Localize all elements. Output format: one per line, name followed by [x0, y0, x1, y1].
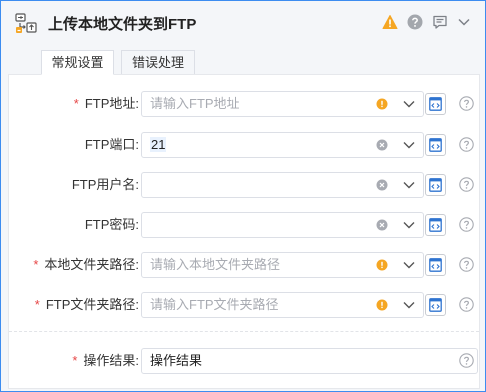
variable-editor-button[interactable] — [425, 93, 446, 115]
clear-icon[interactable] — [376, 179, 388, 191]
warning-icon[interactable] — [382, 14, 398, 30]
warning-dot-icon — [376, 259, 388, 271]
required-marker: * — [72, 353, 78, 368]
field-label: FTP用户名: — [71, 177, 139, 192]
field-row-local-folder: * 本地文件夹路径: 请输入本地文件夹路径 — [9, 251, 479, 279]
chevron-down-icon[interactable] — [402, 179, 416, 191]
ftp-username-input[interactable] — [141, 172, 424, 198]
variable-editor-icon — [429, 298, 442, 312]
variable-editor-button[interactable] — [425, 134, 446, 156]
ftp-port-value: 21 — [150, 137, 167, 152]
help-icon[interactable] — [459, 353, 474, 368]
field-row-ftp-port: FTP端口: 21 — [9, 131, 479, 159]
variable-editor-icon — [429, 97, 442, 111]
chevron-down-icon[interactable] — [402, 299, 416, 311]
local-folder-placeholder: 请输入本地文件夹路径 — [150, 257, 281, 272]
ftp-port-input[interactable]: 21 — [141, 132, 424, 158]
help-icon[interactable] — [459, 297, 474, 312]
field-label: * FTP文件夹路径: — [34, 297, 139, 312]
settings-panel: * FTP地址: 请输入FTP地址 FTP端口: 21 FTP用户名: FTP密… — [8, 74, 480, 389]
field-label: * 操作结果: — [72, 353, 139, 368]
required-marker: * — [33, 257, 39, 272]
local-folder-input[interactable]: 请输入本地文件夹路径 — [141, 252, 424, 278]
clear-icon[interactable] — [376, 219, 388, 231]
field-row-ftp-address: * FTP地址: 请输入FTP地址 — [9, 90, 479, 118]
variable-editor-button[interactable] — [425, 254, 446, 276]
output-variable-input[interactable]: 操作结果 — [141, 348, 478, 374]
variable-editor-icon — [429, 258, 442, 272]
variable-editor-button[interactable] — [425, 174, 446, 196]
variable-editor-icon — [429, 138, 442, 152]
folder-upload-icon — [15, 13, 37, 33]
ftp-upload-dialog: 上传本地文件夹到FTP 常规设置 错误处理 *FTP地址: 请输入FTP地址 — [0, 0, 486, 392]
help-icon[interactable] — [459, 257, 474, 272]
required-marker: * — [34, 297, 40, 312]
variable-editor-icon — [429, 178, 442, 192]
field-row-output: * 操作结果: 操作结果 — [9, 347, 479, 375]
ftp-address-placeholder: 请输入FTP地址 — [150, 96, 240, 111]
tab-general-settings[interactable]: 常规设置 — [41, 50, 114, 75]
help-icon[interactable] — [459, 177, 474, 192]
dialog-title: 上传本地文件夹到FTP — [48, 16, 197, 33]
output-variable-value: 操作结果 — [150, 353, 203, 368]
ftp-password-input[interactable] — [141, 212, 424, 238]
chevron-down-icon[interactable] — [402, 259, 416, 271]
required-marker: * — [73, 96, 79, 111]
ftp-address-input[interactable]: 请输入FTP地址 — [141, 91, 424, 117]
dialog-header: 上传本地文件夹到FTP — [1, 1, 485, 41]
chevron-down-icon[interactable] — [456, 14, 472, 30]
field-row-ftp-password: FTP密码: — [9, 211, 479, 239]
chevron-down-icon[interactable] — [402, 219, 416, 231]
help-icon[interactable] — [407, 14, 423, 30]
warning-dot-icon — [376, 98, 388, 110]
ftp-folder-input[interactable]: 请输入FTP文件夹路径 — [141, 292, 424, 318]
field-label: FTP端口: — [84, 137, 139, 152]
variable-editor-icon — [429, 218, 442, 232]
field-label: * FTP地址: — [73, 96, 139, 111]
warning-dot-icon — [376, 299, 388, 311]
ftp-folder-placeholder: 请输入FTP文件夹路径 — [150, 297, 279, 312]
field-row-ftp-folder: * FTP文件夹路径: 请输入FTP文件夹路径 — [9, 291, 479, 319]
field-label: * 本地文件夹路径: — [33, 257, 139, 272]
chevron-down-icon[interactable] — [402, 98, 416, 110]
clear-icon[interactable] — [376, 139, 388, 151]
help-icon[interactable] — [459, 137, 474, 152]
help-icon[interactable] — [459, 96, 474, 111]
variable-editor-button[interactable] — [425, 294, 446, 316]
help-icon[interactable] — [459, 217, 474, 232]
chevron-down-icon[interactable] — [402, 139, 416, 151]
comment-icon[interactable] — [432, 14, 448, 30]
field-label: FTP密码: — [84, 217, 139, 232]
variable-editor-button[interactable] — [425, 214, 446, 236]
section-divider — [9, 331, 479, 332]
field-row-ftp-username: FTP用户名: — [9, 171, 479, 199]
tab-error-handling[interactable]: 错误处理 — [121, 50, 195, 75]
